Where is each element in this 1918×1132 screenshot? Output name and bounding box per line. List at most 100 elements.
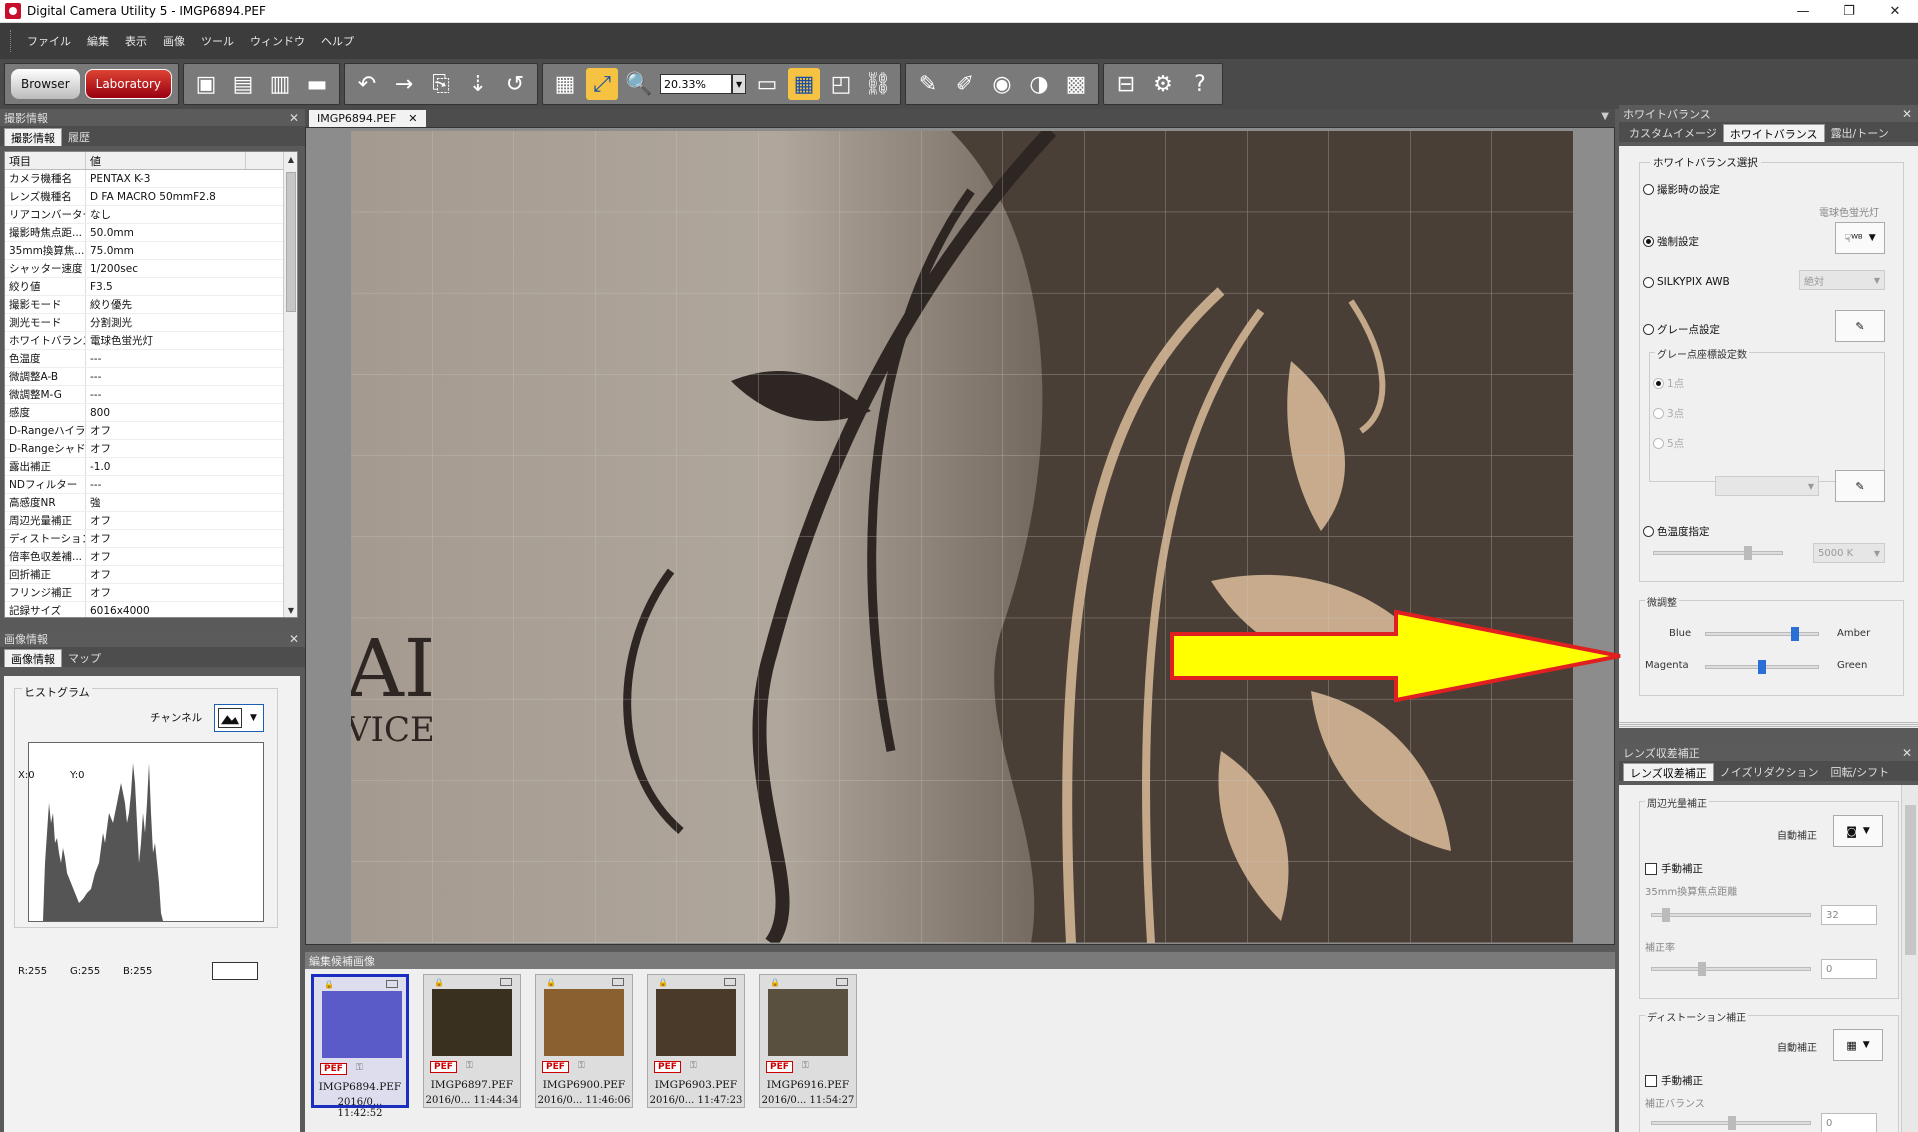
help-icon[interactable]: ?	[1184, 68, 1216, 100]
wb-preset-dropdown[interactable]: ☟ᵂᴮ ▼	[1835, 222, 1885, 254]
pixel-icon[interactable]: ▩	[1060, 68, 1092, 100]
image-viewer[interactable]: AI VICE	[305, 127, 1615, 945]
zoom-icon[interactable]: 🔍	[623, 68, 655, 100]
table-row[interactable]: 周辺光量補正 オフ	[5, 512, 297, 530]
panel-close-icon[interactable]: ✕	[289, 111, 299, 125]
menu-view[interactable]: 表示	[117, 33, 155, 49]
photo-preview[interactable]: AI VICE	[351, 131, 1573, 943]
distortion-manual-checkbox[interactable]: 手動補正	[1645, 1073, 1703, 1088]
table-row[interactable]: ディストーション... オフ	[5, 530, 297, 548]
slider-knob[interactable]	[1791, 627, 1799, 641]
table-row[interactable]: D-Rangeハイラ... オフ	[5, 422, 297, 440]
table-row[interactable]: 撮影時焦点距... 50.0mm	[5, 224, 297, 242]
laboratory-button[interactable]: Laboratory	[84, 69, 173, 99]
scroll-thumb[interactable]	[1905, 805, 1916, 955]
tab-lens-correction[interactable]: レンズ収差補正	[1623, 763, 1714, 781]
panel-close-icon[interactable]: ✕	[1902, 107, 1912, 121]
panel-splitter[interactable]	[1619, 722, 1918, 728]
radio-shoot-setting[interactable]: 撮影時の設定	[1643, 182, 1720, 197]
fit-icon[interactable]: ⤢	[586, 68, 619, 100]
tray-icon[interactable]: ⊟	[1110, 68, 1142, 100]
radio-color-temp[interactable]: 色温度指定	[1643, 524, 1710, 539]
reset-params-icon[interactable]: ↺	[499, 68, 531, 100]
eyedropper-icon[interactable]: ✎	[912, 68, 944, 100]
scroll-up-icon[interactable]: ▲	[284, 152, 297, 166]
magenta-green-slider[interactable]	[1705, 660, 1819, 674]
settings-gear-icon[interactable]: ⚙	[1147, 68, 1179, 100]
grid-menu-icon[interactable]: ▦	[549, 68, 581, 100]
restore-button[interactable]: ❐	[1826, 0, 1872, 23]
export-icon[interactable]: ▥	[264, 68, 296, 100]
table-row[interactable]: 微調整A-B ---	[5, 368, 297, 386]
table-row[interactable]: 高感度NR 強	[5, 494, 297, 512]
link-icon[interactable]: ⛓	[862, 68, 894, 100]
slider-knob[interactable]	[1758, 660, 1766, 674]
grid-toggle-icon[interactable]: ▦	[788, 68, 821, 100]
tab-white-balance[interactable]: ホワイトバランス	[1722, 124, 1825, 142]
tab-exposure-tone[interactable]: 露出/トーン	[1825, 124, 1895, 142]
radio-force-setting[interactable]: 強制設定	[1643, 234, 1699, 249]
zoom-combo[interactable]: ▼	[660, 74, 747, 94]
tab-close-icon[interactable]: ✕	[408, 112, 417, 125]
table-row[interactable]: 回折補正 オフ	[5, 566, 297, 584]
save-icon[interactable]: ▣	[190, 68, 222, 100]
panel-close-icon[interactable]: ✕	[1902, 746, 1912, 760]
radio-gray-point[interactable]: グレー点設定	[1643, 322, 1720, 337]
table-row[interactable]: フリンジ補正 オフ	[5, 584, 297, 602]
thumbnail-item[interactable]: 🔒 PEF ⚿ IMGP6903.PEF 2016/0... 11:47:23	[647, 974, 745, 1108]
table-row[interactable]: 感度 800	[5, 404, 297, 422]
minimize-button[interactable]: —	[1780, 0, 1826, 23]
table-row[interactable]: レンズ機種名 D FA MACRO 50mmF2.8	[5, 188, 297, 206]
table-row[interactable]: 露出補正 -1.0	[5, 458, 297, 476]
table-row[interactable]: 撮影モード 絞り優先	[5, 296, 297, 314]
header-item[interactable]: 項目	[5, 152, 86, 169]
tab-list-dropdown-icon[interactable]: ▼	[1601, 111, 1609, 122]
tab-history[interactable]: 履歴	[62, 128, 96, 146]
table-row[interactable]: 測光モード 分割測光	[5, 314, 297, 332]
table-row[interactable]: 色温度 ---	[5, 350, 297, 368]
table-row[interactable]: シャッター速度 1/200sec	[5, 260, 297, 278]
table-row[interactable]: 記録サイズ 6016x4000	[5, 602, 297, 617]
compare-icon[interactable]: ◰	[825, 68, 857, 100]
thumbnail-item[interactable]: 🔒 PEF ⚿ IMGP6916.PEF 2016/0... 11:54:27	[759, 974, 857, 1108]
distortion-mode-dropdown[interactable]: ▦ ▼	[1833, 1029, 1883, 1061]
scroll-thumb[interactable]	[286, 172, 296, 312]
tab-shooting-info[interactable]: 撮影情報	[4, 128, 62, 146]
copy-params-icon[interactable]: ⎘	[425, 68, 457, 100]
table-row[interactable]: 微調整M-G ---	[5, 386, 297, 404]
menu-tools[interactable]: ツール	[193, 33, 242, 49]
tab-map[interactable]: マップ	[62, 649, 107, 667]
info-scrollbar[interactable]: ▲ ▼	[283, 152, 297, 617]
pen-icon[interactable]: ✐	[949, 68, 981, 100]
paste-params-icon[interactable]: ⇣	[462, 68, 494, 100]
window-icon[interactable]: ▭	[751, 68, 783, 100]
amber-blue-slider[interactable]	[1705, 627, 1819, 641]
panel-close-icon[interactable]: ✕	[289, 632, 299, 646]
tab-noise-reduction[interactable]: ノイズリダクション	[1714, 763, 1825, 781]
save-as-icon[interactable]: ▤	[227, 68, 259, 100]
table-row[interactable]: リアコンバーター なし	[5, 206, 297, 224]
gray-clear-button[interactable]: ✎	[1835, 470, 1885, 502]
table-row[interactable]: 倍率色収差補... オフ	[5, 548, 297, 566]
table-row[interactable]: D-Rangeシャド... オフ	[5, 440, 297, 458]
browser-button[interactable]: Browser	[11, 69, 80, 99]
tab-rotate-shift[interactable]: 回転/シフト	[1824, 763, 1895, 781]
tab-custom-image[interactable]: カスタムイメージ	[1623, 124, 1723, 142]
channel-dropdown[interactable]: ▼	[214, 704, 264, 732]
table-row[interactable]: カメラ機種名 PENTAX K-3	[5, 170, 297, 188]
document-tab[interactable]: IMGP6894.PEF ✕	[309, 110, 426, 127]
radio-silkypix-awb[interactable]: SILKYPIX AWB	[1643, 276, 1730, 288]
lens-scrollbar[interactable]	[1901, 785, 1918, 1132]
vignette-manual-checkbox[interactable]: 手動補正	[1645, 861, 1703, 876]
menu-window[interactable]: ウィンドウ	[242, 33, 313, 49]
zoom-input[interactable]	[660, 74, 733, 94]
thumbnail-item[interactable]: 🔒 PEF ⚿ IMGP6897.PEF 2016/0... 11:44:34	[423, 974, 521, 1108]
tab-image-info[interactable]: 画像情報	[4, 649, 62, 667]
close-button[interactable]: ✕	[1872, 0, 1918, 23]
menu-image[interactable]: 画像	[155, 33, 193, 49]
scroll-down-icon[interactable]: ▼	[284, 603, 297, 617]
menu-help[interactable]: ヘルプ	[313, 33, 362, 49]
table-row[interactable]: NDフィルター ---	[5, 476, 297, 494]
table-row[interactable]: ホワイトバランス 電球色蛍光灯	[5, 332, 297, 350]
vignette-mode-dropdown[interactable]: ◙ ▼	[1833, 815, 1883, 847]
